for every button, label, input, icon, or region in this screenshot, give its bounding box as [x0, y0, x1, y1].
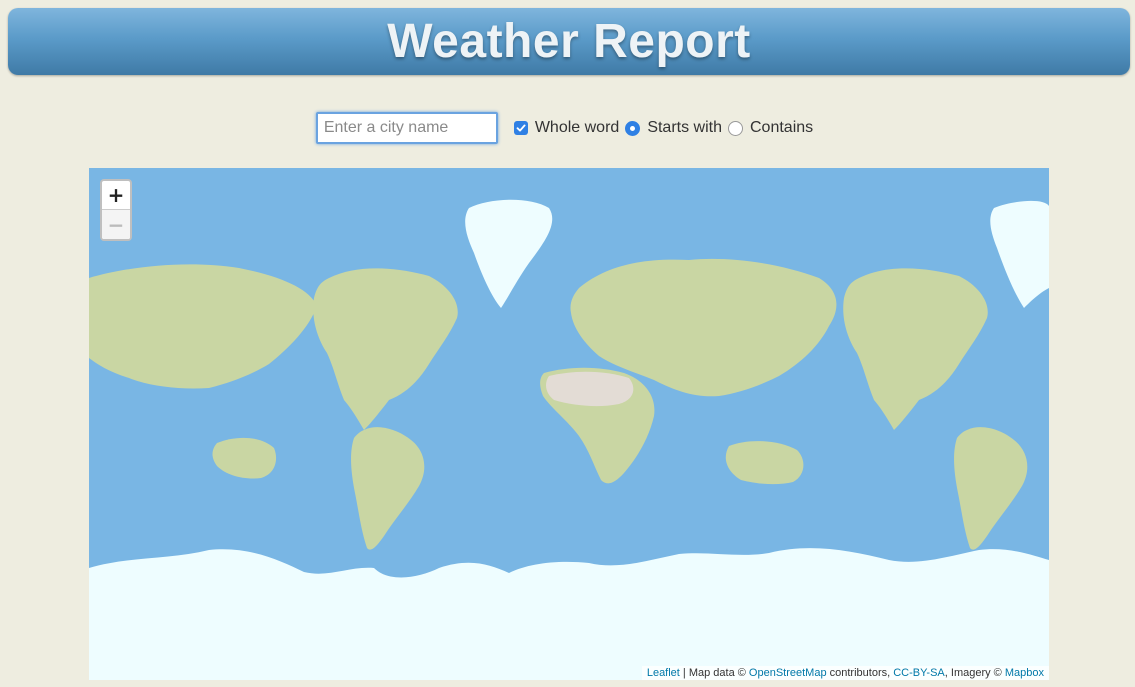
whole-word-checkbox[interactable]	[513, 121, 528, 135]
sahara-desert	[546, 371, 634, 407]
world-map[interactable]: + − Leaflet | Map data © OpenStreetMap c…	[89, 168, 1049, 680]
starts-with-option[interactable]: Starts with	[625, 119, 722, 137]
attribution-text: | Map data ©	[679, 667, 749, 679]
south-america-land	[351, 427, 425, 550]
north-america-land	[313, 268, 458, 430]
leaflet-link[interactable]: Leaflet	[647, 667, 680, 679]
app-header: Weather Report	[8, 8, 1130, 75]
license-link[interactable]: CC-BY-SA	[893, 667, 945, 679]
attribution-text: contributors,	[826, 667, 894, 679]
zoom-out-button[interactable]: −	[102, 210, 130, 239]
australia-land	[725, 441, 804, 485]
south-america-land	[954, 427, 1028, 550]
contains-radio[interactable]	[728, 120, 743, 136]
map-tiles	[89, 199, 1049, 680]
mapbox-link[interactable]: Mapbox	[1005, 667, 1044, 679]
whole-word-label: Whole word	[534, 119, 620, 136]
city-search-input[interactable]	[315, 112, 498, 144]
map-attribution: Leaflet | Map data © OpenStreetMap contr…	[641, 666, 1049, 680]
eurasia-land	[89, 264, 317, 389]
antarctica-land	[89, 548, 1049, 680]
search-controls: Whole word Starts with Contains	[0, 112, 1135, 144]
zoom-in-button[interactable]: +	[102, 181, 130, 210]
page-title: Weather Report	[387, 15, 751, 68]
contains-label: Contains	[750, 119, 814, 136]
checkmark-icon	[516, 124, 526, 132]
greenland-land	[465, 199, 553, 308]
australia-land	[212, 437, 277, 479]
attribution-text: , Imagery ©	[944, 667, 1005, 679]
openstreetmap-link[interactable]: OpenStreetMap	[749, 667, 827, 679]
starts-with-radio[interactable]	[625, 120, 641, 136]
contains-option[interactable]: Contains	[728, 119, 813, 137]
north-america-land	[843, 268, 988, 430]
zoom-control: + −	[100, 179, 132, 241]
whole-word-option[interactable]: Whole word	[513, 119, 620, 137]
starts-with-label: Starts with	[647, 119, 722, 136]
greenland-land	[990, 200, 1049, 308]
